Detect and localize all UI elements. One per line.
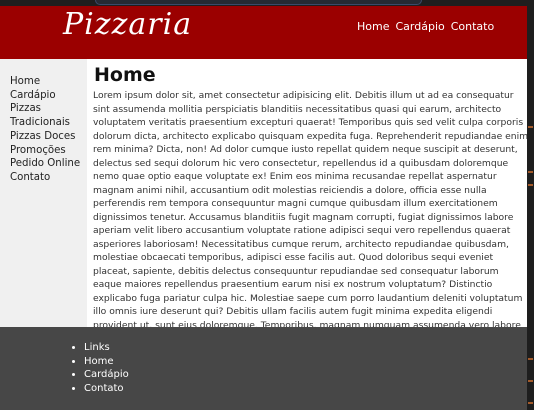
body-text: Lorem ipsum dolor sit, amet consectetur …	[93, 90, 527, 344]
editor-mark	[528, 126, 533, 128]
nav-link-home[interactable]: Home	[357, 20, 389, 34]
editor-edge	[527, 6, 534, 410]
sidebar-menu: Home Cardápio Pizzas Tradicionais Pizzas…	[0, 59, 87, 185]
sidebar-item-cardapio[interactable]: Cardápio	[10, 89, 87, 103]
nav-link-contato[interactable]: Contato	[451, 20, 494, 34]
sidebar-item-home[interactable]: Home	[10, 75, 87, 89]
footer-link-home[interactable]: Home	[84, 355, 129, 369]
sidebar: Home Cardápio Pizzas Tradicionais Pizzas…	[0, 59, 87, 327]
editor-mark	[528, 171, 533, 173]
editor-mark	[528, 402, 533, 404]
page-frame: Pizzaria Home Cardápio Contato Home Card…	[0, 6, 527, 410]
main-content: Home Lorem ipsum dolor sit, amet consect…	[87, 59, 527, 344]
top-nav: Home Cardápio Contato	[357, 20, 494, 34]
sidebar-item-promocoes[interactable]: Promoções	[10, 144, 87, 158]
site-header: Pizzaria Home Cardápio Contato	[0, 6, 527, 59]
site-logo[interactable]: Pizzaria	[63, 6, 192, 44]
sidebar-item-contato[interactable]: Contato	[10, 171, 87, 185]
sidebar-item-pizzas[interactable]: Pizzas	[10, 102, 87, 116]
sidebar-item-pedido-online[interactable]: Pedido Online	[10, 157, 87, 171]
page-title: Home	[94, 64, 156, 86]
footer-link-cardapio[interactable]: Cardápio	[84, 368, 129, 382]
browser-tab-outline	[95, 0, 422, 5]
footer-heading-links: Links	[84, 341, 129, 355]
editor-mark	[528, 380, 533, 382]
footer-link-contato[interactable]: Contato	[84, 382, 129, 396]
sidebar-item-tradicionais[interactable]: Tradicionais	[10, 116, 87, 130]
nav-link-cardapio[interactable]: Cardápio	[395, 20, 444, 34]
editor-mark	[528, 358, 533, 360]
footer-links: Links Home Cardápio Contato	[84, 341, 129, 395]
sidebar-item-pizzas-doces[interactable]: Pizzas Doces	[10, 130, 87, 144]
editor-mark	[528, 184, 533, 186]
site-footer: Links Home Cardápio Contato	[0, 327, 527, 410]
